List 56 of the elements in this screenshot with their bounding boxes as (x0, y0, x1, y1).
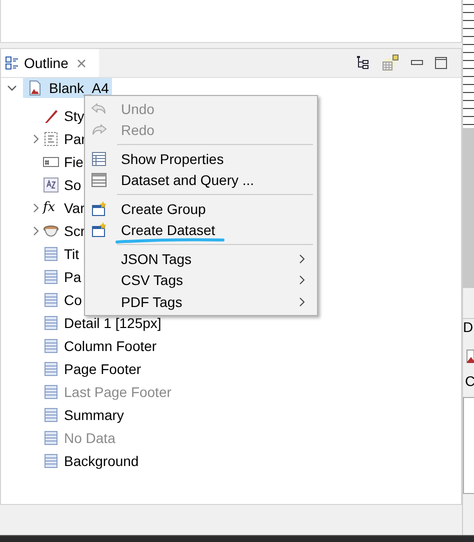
expand-icon[interactable] (31, 226, 41, 236)
panel-tab[interactable]: D (463, 318, 474, 335)
band-icon (43, 384, 59, 400)
field-icon (43, 156, 59, 168)
band-icon (43, 268, 59, 284)
menu-item[interactable]: PDF Tags (85, 291, 317, 312)
undo-icon (91, 102, 107, 116)
band-icon (43, 406, 59, 422)
tree-item[interactable]: Var (61, 198, 88, 218)
tree-item[interactable]: Scr (61, 220, 88, 240)
tree-item[interactable]: Detail 1 [125px] (61, 312, 164, 332)
maximize-icon[interactable] (435, 57, 447, 69)
band-icon (43, 360, 59, 376)
expand-icon[interactable] (31, 134, 41, 144)
tree-icon[interactable] (357, 56, 369, 70)
expand-icon[interactable] (31, 202, 41, 212)
band-icon (43, 292, 59, 308)
menu-item[interactable]: JSON Tags (85, 248, 317, 270)
band-icon (43, 430, 59, 446)
tree-item[interactable]: Tit (61, 244, 82, 264)
sort-icon (43, 176, 59, 192)
scrollbar-thumb[interactable] (463, 128, 474, 288)
tree-item[interactable]: Summary (61, 404, 127, 424)
tree-item[interactable]: Sty (61, 106, 88, 126)
band-icon (43, 246, 59, 262)
outline-icon (5, 56, 19, 70)
table-icon[interactable] (381, 54, 399, 72)
tree-item[interactable]: Background (61, 450, 142, 470)
parameter-icon (43, 130, 59, 146)
menu-item[interactable]: Dataset and Query ... (85, 170, 317, 191)
tree-item[interactable]: Co (61, 290, 85, 310)
pencil-icon (43, 108, 59, 124)
menu-item[interactable]: Create Group (85, 198, 317, 220)
new-item-icon (91, 222, 107, 238)
tree-item[interactable]: Pa (61, 266, 84, 286)
band-icon (43, 338, 59, 354)
report-icon (466, 349, 474, 363)
tree-item[interactable]: Blank_A4 (23, 78, 112, 98)
band-icon (43, 314, 59, 330)
tree-item[interactable]: Fie (61, 152, 86, 172)
menu-item[interactable]: Show Properties (85, 148, 317, 170)
menu-item[interactable]: Create Dataset (85, 220, 317, 241)
function-icon: fx (43, 200, 56, 215)
minimize-icon[interactable] (411, 60, 423, 66)
properties-icon (91, 150, 107, 167)
band-icon (43, 452, 59, 468)
cup-icon (43, 224, 59, 238)
redo-icon (91, 123, 107, 138)
outline-tab[interactable]: Outline (1, 49, 99, 77)
tree-item[interactable]: Page Footer (61, 358, 144, 378)
new-item-icon (91, 200, 107, 217)
tree-item[interactable]: Column Footer (61, 336, 160, 356)
close-icon[interactable] (77, 58, 86, 68)
table-icon (91, 172, 107, 188)
menu-item[interactable]: CSV Tags (85, 270, 317, 291)
tree-item[interactable]: So (61, 174, 84, 194)
